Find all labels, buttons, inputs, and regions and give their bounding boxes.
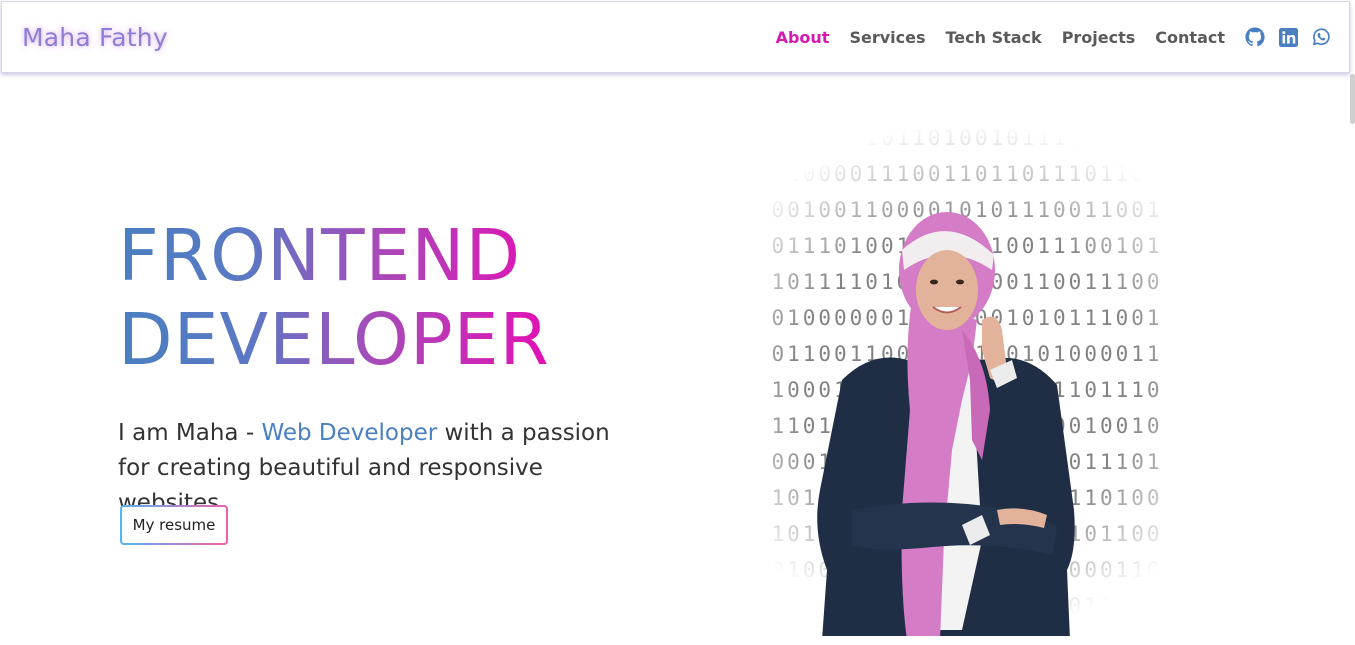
- nav-link-contact[interactable]: Contact: [1155, 28, 1225, 47]
- brand-logo[interactable]: Maha Fathy: [22, 23, 168, 52]
- hero-desc-prefix: I am Maha -: [118, 420, 262, 446]
- nav-link-projects[interactable]: Projects: [1062, 28, 1136, 47]
- hero-desc-highlight: Web Developer: [261, 420, 438, 446]
- hero-portrait: 1010001011010010111000110 01000011100110…: [672, 122, 1262, 636]
- resume-button[interactable]: My resume: [120, 505, 228, 545]
- nav-right: About Services Tech Stack Projects Conta…: [756, 27, 1331, 47]
- whatsapp-icon[interactable]: [1311, 27, 1331, 47]
- scrollbar[interactable]: [1350, 74, 1355, 124]
- nav-link-services[interactable]: Services: [849, 28, 925, 47]
- portrait-photo: [817, 212, 1075, 636]
- github-icon[interactable]: [1245, 27, 1265, 47]
- navbar: Maha Fathy About Services Tech Stack Pro…: [1, 1, 1350, 73]
- nav-link-about[interactable]: About: [776, 28, 830, 47]
- linkedin-icon[interactable]: [1278, 27, 1298, 47]
- nav-links: About Services Tech Stack Projects Conta…: [756, 28, 1225, 47]
- nav-link-tech-stack[interactable]: Tech Stack: [946, 28, 1042, 47]
- social-links: [1245, 27, 1331, 47]
- hero-title-line-2: DEVELOPER: [118, 298, 550, 381]
- hero-title-line-1: FRONTEND: [118, 214, 522, 297]
- hero-title: FRONTEND DEVELOPER: [118, 214, 550, 382]
